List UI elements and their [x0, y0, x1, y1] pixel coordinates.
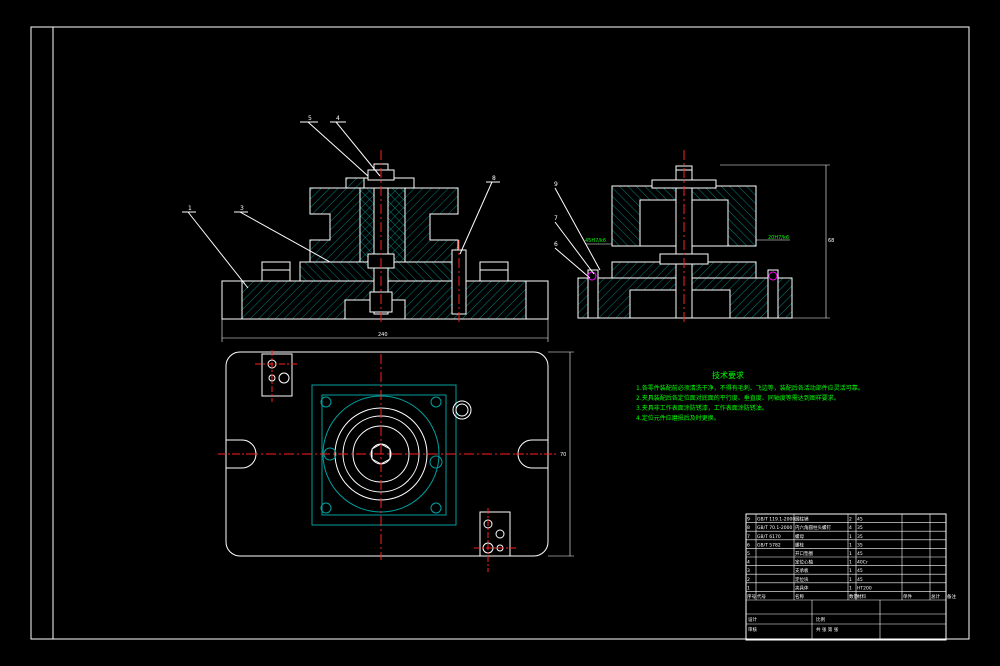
note-line-1: 1.各零件装配前必须清洗干净，不得有毛刺、飞边等，装配后各活动部件应灵活可靠。	[636, 384, 864, 392]
note-line-4: 4.定位元件应磨损后及时更换。	[636, 414, 720, 422]
title-sheet: 共 张 第 张	[816, 626, 839, 633]
parts-row-cell: 35	[857, 542, 863, 548]
notes-title: 技术要求	[712, 370, 744, 380]
parts-row-cell: 螺栓	[795, 541, 804, 548]
parts-row-cell: 45	[857, 577, 863, 583]
parts-header-cell: 代号	[757, 593, 766, 600]
balloon-6: 6	[554, 241, 558, 248]
parts-row-cell: 夹具体	[795, 584, 809, 591]
parts-row-cell: 3	[747, 568, 750, 574]
parts-row-cell: 内六角圆柱头螺钉	[795, 524, 831, 531]
note-line-2: 2.夹具装配后各定位面对底面的平行度、垂直度、同轴度等需达到图样要求。	[636, 394, 840, 402]
parts-row-cell: 1	[849, 560, 852, 566]
title-design: 设计	[748, 616, 757, 623]
parts-row-cell: 1	[747, 585, 750, 591]
technical-notes: 技术要求 1.各零件装配前必须清洗干净，不得有毛刺、飞边等，装配后各活动部件应灵…	[636, 370, 864, 422]
parts-row-cell: 螺母	[795, 533, 804, 540]
side-height-dimension: 68	[828, 238, 834, 244]
side-section-view: 68 45H7/k6 20H7/k6 9 7 6	[554, 150, 834, 325]
parts-list-table: 9 GB/T 119.1-2000 圆柱销 2 458 GB/T 70.1-2000 内六角…	[745, 513, 956, 641]
parts-row-cell: 定位块	[795, 576, 809, 583]
parts-row-cell: HT200	[857, 585, 872, 591]
base-width-dimension: 240	[378, 332, 388, 338]
balloon-4: 4	[336, 115, 340, 122]
outer-border	[30, 26, 970, 640]
parts-row-cell: 45	[857, 551, 863, 557]
parts-header-cell: 备注	[947, 593, 956, 600]
parts-row-cell: 1	[849, 534, 852, 540]
parts-row-cell: 定位心轴	[795, 559, 813, 566]
title-check: 审核	[748, 626, 757, 633]
parts-row-cell: 圆柱销	[795, 516, 809, 523]
parts-row-cell: 40Cr	[857, 560, 868, 566]
parts-header-cell: 序号	[747, 593, 756, 600]
note-line-3: 3.夹具非工作表面涂防锈漆，工作表面涂防锈油。	[636, 404, 768, 412]
parts-row-cell: 8	[747, 525, 750, 531]
parts-row-cell: 支承板	[795, 567, 809, 574]
parts-header-cell: 材料	[857, 593, 866, 600]
parts-header-cell: 名称	[795, 593, 804, 600]
balloon-5: 5	[308, 115, 312, 122]
parts-row-cell: 2	[747, 577, 750, 583]
parts-row-cell: 开口垫圈	[795, 550, 813, 557]
parts-row-cell: 2	[849, 517, 852, 523]
parts-row-cell: 45	[857, 568, 863, 574]
parts-row-cell: GB/T 119.1-2000	[757, 517, 795, 523]
parts-row-cell: GB/T 70.1-2000	[757, 525, 793, 531]
front-section-view: 5 4 8 1 3 240	[182, 115, 549, 342]
parts-row-cell: 45	[857, 517, 863, 523]
inner-border	[52, 26, 970, 640]
plan-view: 70	[218, 350, 574, 572]
parts-row-cell: 1	[849, 551, 852, 557]
parts-row-cell: GB/T 5782	[757, 542, 781, 548]
balloon-1: 1	[188, 205, 192, 212]
title-scale: 比例	[816, 616, 825, 623]
parts-header-cell: 总计	[931, 593, 940, 600]
balloon-9: 9	[554, 181, 558, 188]
parts-row-cell: GB/T 6170	[757, 534, 781, 540]
balloon-7: 7	[554, 215, 558, 222]
parts-row-cell: 4	[849, 525, 852, 531]
parts-header-cell: 单件	[903, 593, 912, 600]
parts-row-cell: 35	[857, 534, 863, 540]
parts-row-cell: 1	[849, 585, 852, 591]
parts-row-cell: 1	[849, 542, 852, 548]
parts-row-cell: 35	[857, 525, 863, 531]
parts-row-cell: 1	[849, 577, 852, 583]
fit-callout-a: 45H7/k6	[585, 238, 606, 244]
parts-row-cell: 1	[849, 568, 852, 574]
parts-row-cell: 7	[747, 534, 750, 540]
parts-row-cell: 6	[747, 542, 750, 548]
balloon-3: 3	[240, 205, 244, 212]
parts-row-cell: 5	[747, 551, 750, 557]
parts-row-cell: 4	[747, 560, 750, 566]
parts-row-cell: 9	[747, 517, 750, 523]
balloon-8: 8	[492, 175, 496, 182]
plan-height-dimension: 70	[560, 452, 566, 458]
cad-drawing-canvas: 5 4 8 1 3 240 68 45H7/k6 20H7/k6 9 7 6 7…	[30, 26, 970, 641]
